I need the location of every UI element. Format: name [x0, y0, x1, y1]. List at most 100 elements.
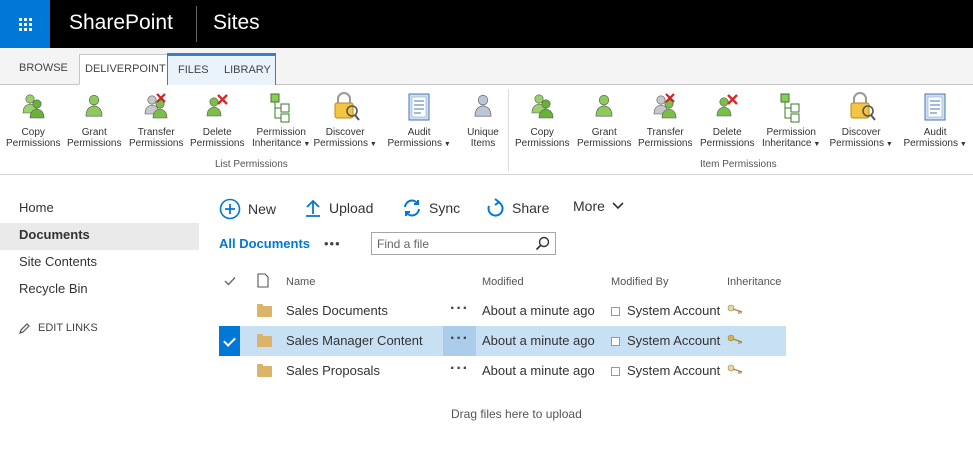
sync-button[interactable]: Sync: [402, 198, 460, 218]
item-modified-by[interactable]: System Account: [627, 333, 720, 348]
item-ellipsis-icon[interactable]: ···: [443, 326, 476, 356]
ribbon-button-label-line2: Permissions: [515, 138, 570, 149]
item-name-link[interactable]: Sales Manager Content: [286, 333, 423, 348]
list-delete-permissions-button[interactable]: Delete Permissions: [190, 91, 244, 149]
column-header-modified-by[interactable]: Modified By: [611, 276, 668, 288]
item-modified-by[interactable]: System Account: [627, 303, 720, 318]
item-audit-permissions-button[interactable]: Audit Permissions ▼: [904, 91, 967, 150]
ribbon-button-label-line1: Permission: [256, 127, 306, 138]
upload-button[interactable]: Upload: [304, 198, 373, 218]
row-select-checkbox[interactable]: [219, 326, 240, 356]
folder-icon: [257, 304, 272, 317]
presence-indicator-icon: [611, 337, 620, 346]
presence-indicator-icon: [611, 367, 620, 376]
row-select-checkbox[interactable]: [219, 296, 240, 326]
quick-launch: Home Documents Site Contents Recycle Bin: [0, 196, 199, 304]
list-grant-permissions-button[interactable]: Grant Permissions: [67, 91, 121, 149]
nav-item-site-contents[interactable]: Site Contents: [0, 250, 199, 277]
view-selector-all-documents[interactable]: All Documents: [219, 236, 310, 251]
item-name-link[interactable]: Sales Documents: [286, 303, 388, 318]
list-transfer-permissions-button[interactable]: Transfer Permissions: [129, 91, 183, 149]
row-select-checkbox[interactable]: [219, 356, 240, 386]
item-ellipsis-icon[interactable]: ···: [443, 356, 476, 386]
app-launcher-icon[interactable]: [0, 0, 50, 48]
item-delete-permissions-button[interactable]: Delete Permissions: [700, 91, 754, 149]
tab-deliverpoint[interactable]: DELIVERPOINT: [79, 54, 172, 85]
document-list: Name Modified Modified By Inheritance Sa…: [219, 266, 786, 386]
ribbon-button-label-line2: Permissions: [6, 138, 61, 149]
copy-permissions-icon: [17, 91, 49, 123]
new-label: New: [248, 201, 277, 217]
list-audit-permissions-button[interactable]: Audit Permissions ▼: [388, 91, 451, 150]
item-modified: About a minute ago: [482, 333, 595, 348]
ribbon-tab-bar: BROWSE DELIVERPOINT FILES LIBRARY: [0, 48, 973, 85]
tab-library[interactable]: LIBRARY: [224, 64, 271, 76]
ribbon-button-label-line1: Transfer: [137, 127, 175, 138]
ribbon-button-label-line2: Permissions: [129, 138, 184, 149]
list-copy-permissions-button[interactable]: Copy Permissions: [6, 91, 60, 149]
permission-inheritance-icon: [265, 91, 297, 123]
tab-files[interactable]: FILES: [178, 64, 209, 76]
item-name-link[interactable]: Sales Proposals: [286, 363, 380, 378]
ribbon-button-label-line2: Items: [470, 138, 496, 149]
table-row[interactable]: Sales Manager Content ··· About a minute…: [219, 326, 786, 356]
delete-permissions-icon: [711, 91, 743, 123]
ribbon-button-label-line1: Grant: [81, 127, 107, 138]
new-button[interactable]: New: [219, 198, 276, 220]
nav-item-recycle-bin[interactable]: Recycle Bin: [0, 277, 199, 304]
ribbon-button-label-line1: Delete: [712, 127, 742, 138]
item-modified-by[interactable]: System Account: [627, 363, 720, 378]
audit-permissions-icon: [403, 91, 435, 123]
file-type-icon[interactable]: [257, 273, 269, 288]
list-permission-inheritance-button[interactable]: Permission Inheritance ▼: [252, 91, 310, 150]
grant-permissions-icon: [78, 91, 110, 123]
edit-links-label: EDIT LINKS: [38, 322, 98, 334]
item-grant-permissions-button[interactable]: Grant Permissions: [577, 91, 631, 149]
item-copy-permissions-button[interactable]: Copy Permissions: [515, 91, 569, 149]
search-input[interactable]: [372, 233, 527, 254]
ribbon-button-label-line1: Unique: [467, 127, 499, 138]
nav-item-documents[interactable]: Documents: [0, 223, 199, 250]
ribbon: List Permissions Item Permissions Copy P…: [0, 85, 973, 175]
site-title[interactable]: Sites: [213, 10, 260, 36]
view-options-ellipsis-icon[interactable]: •••: [324, 236, 341, 251]
table-row[interactable]: Sales Proposals ··· About a minute ago S…: [219, 356, 786, 386]
discover-permissions-icon: [329, 91, 361, 123]
upload-drop-zone-hint: Drag files here to upload: [451, 407, 582, 421]
table-row[interactable]: Sales Documents ··· About a minute ago S…: [219, 296, 786, 326]
tab-browse[interactable]: BROWSE: [19, 62, 68, 74]
share-button[interactable]: Share: [485, 198, 549, 218]
ribbon-button-label-line2: Permissions: [313, 138, 368, 149]
folder-icon: [257, 364, 272, 377]
edit-links-button[interactable]: EDIT LINKS: [19, 322, 98, 334]
delete-permissions-icon: [201, 91, 233, 123]
list-unique-items-button[interactable]: Unique Items: [467, 91, 499, 149]
column-header-name[interactable]: Name: [286, 276, 315, 288]
suite-divider: [196, 6, 197, 42]
column-header-inheritance[interactable]: Inheritance: [727, 276, 781, 288]
ribbon-button-label-line2: Permissions: [190, 138, 245, 149]
ribbon-button-label-line1: Audit: [407, 127, 431, 138]
sync-icon: [404, 199, 420, 217]
item-permission-inheritance-button[interactable]: Permission Inheritance ▼: [762, 91, 820, 150]
more-button[interactable]: More: [573, 198, 624, 214]
item-ellipsis-icon[interactable]: ···: [443, 296, 476, 326]
list-permissions-group-label: List Permissions: [215, 159, 288, 170]
app-title[interactable]: SharePoint: [69, 10, 173, 36]
item-transfer-permissions-button[interactable]: Transfer Permissions: [638, 91, 692, 149]
dropdown-arrow-icon: ▼: [301, 141, 311, 148]
search-icon[interactable]: [535, 236, 550, 251]
column-header-modified[interactable]: Modified: [482, 276, 524, 288]
search-box: [371, 232, 556, 255]
ribbon-button-label-line2: Permissions: [638, 138, 693, 149]
item-discover-permissions-button[interactable]: Discover Permissions ▼: [830, 91, 893, 150]
transfer-permissions-icon: [649, 91, 681, 123]
select-all-checkmark-icon[interactable]: [224, 276, 236, 286]
inheritance-keys-icon[interactable]: [727, 364, 743, 376]
dropdown-arrow-icon: ▼: [957, 141, 967, 148]
inheritance-keys-icon[interactable]: [727, 334, 743, 346]
list-discover-permissions-button[interactable]: Discover Permissions ▼: [314, 91, 377, 150]
nav-item-home[interactable]: Home: [0, 196, 199, 223]
dropdown-arrow-icon: ▼: [367, 141, 377, 148]
inheritance-keys-icon[interactable]: [727, 304, 743, 316]
